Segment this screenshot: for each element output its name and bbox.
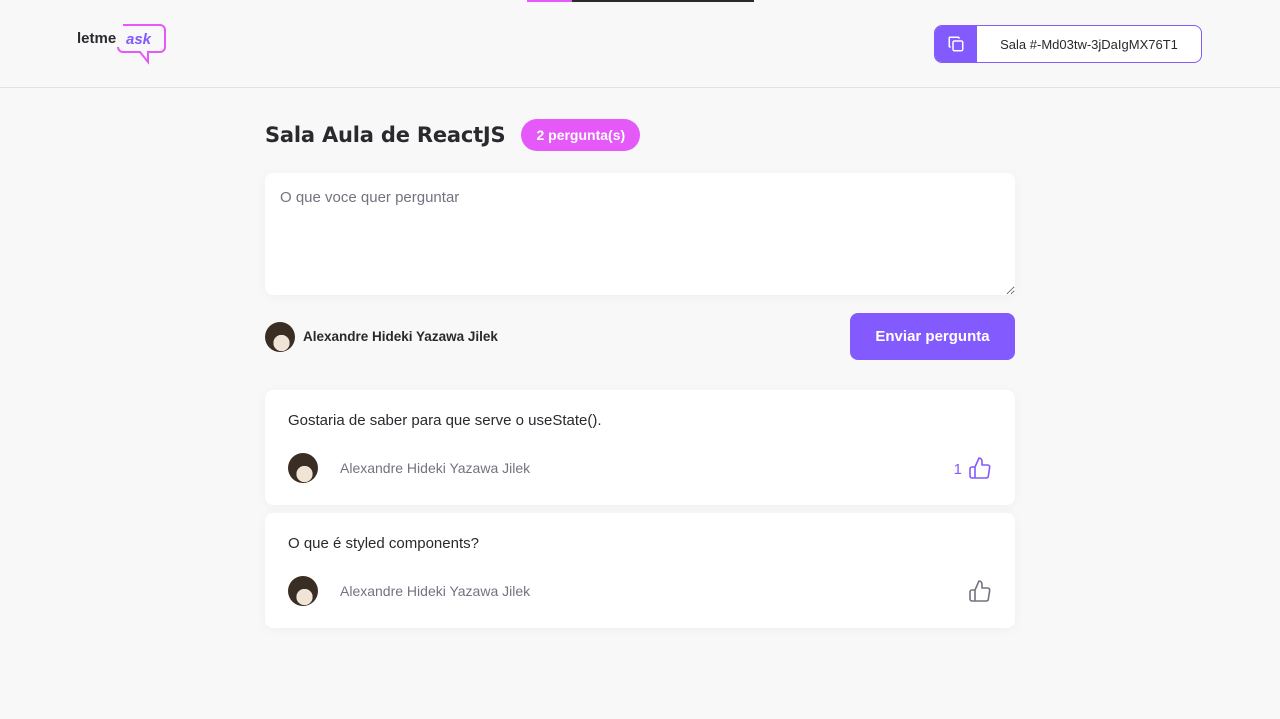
question-text: Gostaria de saber para que serve o useSt… bbox=[288, 412, 602, 429]
copy-icon[interactable] bbox=[935, 26, 977, 62]
question-count-badge: 2 pergunta(s) bbox=[521, 119, 641, 151]
form-footer: Alexandre Hideki Yazawa Jilek Enviar per… bbox=[265, 313, 1015, 360]
like-button[interactable] bbox=[962, 579, 992, 603]
room-code-button[interactable]: Sala #-Md03tw-3jDaIgMX76T1 bbox=[934, 25, 1202, 63]
question-author: Alexandre Hideki Yazawa Jilek bbox=[288, 576, 530, 606]
logo-text-accent: ask bbox=[126, 31, 152, 48]
question-author: Alexandre Hideki Yazawa Jilek bbox=[288, 453, 530, 483]
page-title: Sala Aula de ReactJS bbox=[265, 123, 506, 147]
avatar bbox=[265, 321, 295, 352]
thumbs-up-icon bbox=[969, 580, 991, 602]
avatar bbox=[288, 576, 318, 606]
current-user-info: Alexandre Hideki Yazawa Jilek bbox=[265, 321, 498, 352]
question-list: Gostaria de saber para que serve o useSt… bbox=[265, 390, 1015, 628]
logo-text-main: letme bbox=[77, 30, 116, 47]
question-author-name: Alexandre Hideki Yazawa Jilek bbox=[340, 460, 531, 476]
avatar bbox=[288, 453, 318, 483]
like-count: 1 bbox=[953, 461, 962, 478]
like-button[interactable]: 1 bbox=[954, 456, 992, 480]
thumbs-up-icon bbox=[969, 457, 991, 479]
letmeask-logo[interactable]: letme ask bbox=[77, 22, 167, 66]
question-author-name: Alexandre Hideki Yazawa Jilek bbox=[340, 583, 531, 599]
question-footer: Alexandre Hideki Yazawa Jilek bbox=[288, 576, 992, 606]
send-question-button[interactable]: Enviar pergunta bbox=[850, 313, 1015, 360]
question-form: Alexandre Hideki Yazawa Jilek Enviar per… bbox=[265, 173, 1015, 360]
question-text: O que é styled components? bbox=[288, 535, 479, 552]
question-input[interactable] bbox=[265, 173, 1015, 295]
question-card: O que é styled components? Alexandre Hid… bbox=[265, 513, 1015, 628]
current-user-name: Alexandre Hideki Yazawa Jilek bbox=[303, 329, 498, 344]
question-footer: Alexandre Hideki Yazawa Jilek 1 bbox=[288, 453, 992, 483]
room-code-text: Sala #-Md03tw-3jDaIgMX76T1 bbox=[1000, 36, 1178, 52]
app-header: letme ask Sala #-Md03tw-3jDaIgMX76T1 bbox=[0, 0, 1280, 88]
room-content: Sala Aula de ReactJS 2 pergunta(s) Alexa… bbox=[265, 88, 1015, 636]
room-title-row: Sala Aula de ReactJS 2 pergunta(s) bbox=[265, 118, 1015, 152]
question-card: Gostaria de saber para que serve o useSt… bbox=[265, 390, 1015, 505]
